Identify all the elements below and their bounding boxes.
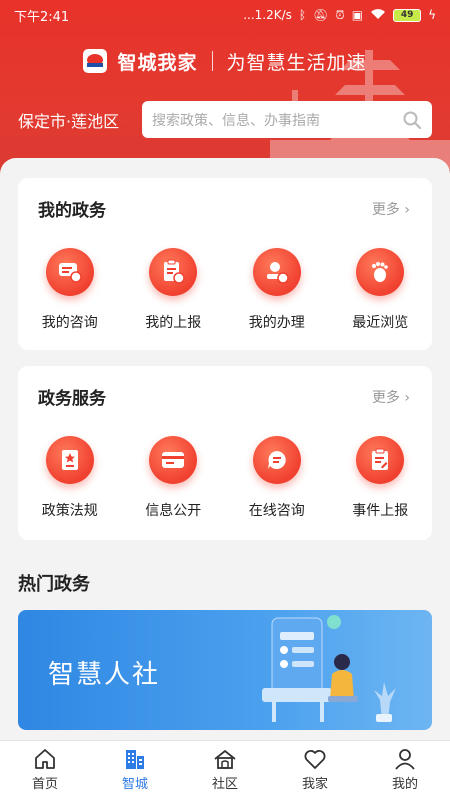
tab-my-home[interactable]: 我家 [270,741,360,800]
person-icon [395,749,415,770]
battery-icon: 49 [393,8,422,22]
community-icon [214,749,236,769]
mute-bell-icon: 🔕︎ [313,8,329,22]
grid-item-my-consult[interactable]: 我的咨询 [18,248,122,332]
wifi-icon [370,8,386,23]
my-affairs-grid: 我的咨询 我的上报 我的办理 最近浏览 [18,248,432,332]
search-input[interactable]: 搜索政策、信息、办事指南 [152,110,320,130]
grid-item-my-report[interactable]: 我的上报 [122,248,226,332]
handle-icon [252,248,301,296]
chevron-right-icon: › [404,390,410,406]
consult-icon [45,248,94,296]
home-icon [35,749,55,769]
chat-icon [252,436,301,484]
search-box[interactable]: 搜索政策、信息、办事指南 [142,101,432,138]
location-selector[interactable]: 保定市·莲池区 [18,108,119,132]
app-name: 智城我家 [117,51,198,74]
gov-services-more-link[interactable]: 更多 › [372,387,410,407]
hot-affairs-title: 热门政务 [18,574,90,595]
tab-home[interactable]: 首页 [0,741,90,800]
grid-label: 我的上报 [145,315,202,331]
status-icons: ...1.2K/s ᛒ 🔕︎ ⏰︎ ▣ 49 ϟ [243,8,436,23]
gov-services-card: 政务服务 更多 › 政策法规 信息公开 在线咨询 事件上报 [18,366,432,540]
bottom-tab-bar: 首页 智城 社区 我家 我的 [0,740,450,800]
grid-item-recent-browse[interactable]: 最近浏览 [329,248,433,332]
heart-icon [304,750,326,769]
more-label: 更多 [371,390,400,406]
grid-item-policy[interactable]: 政策法规 [18,436,122,520]
gov-services-grid: 政策法规 信息公开 在线咨询 事件上报 [18,436,432,520]
gov-services-title: 政务服务 [38,389,106,409]
grid-item-info-public[interactable]: 信息公开 [122,436,226,520]
chevron-right-icon: › [404,202,410,218]
banner-title: 智慧人社 [48,660,161,690]
more-label: 更多 [371,202,400,218]
policy-icon [45,436,94,484]
main-content: 我的政务 更多 › 我的咨询 我的上报 我的办理 最近浏览 政务服务 更多 › … [0,158,450,740]
search-icon[interactable] [402,110,422,130]
tab-label: 智城 [121,777,148,792]
status-time: 下午2:41 [14,9,70,25]
network-speed: ...1.2K/s [243,8,292,22]
footprint-icon [356,248,405,296]
my-affairs-more-link[interactable]: 更多 › [372,199,410,219]
grid-item-event-report[interactable]: 事件上报 [329,436,433,520]
report-icon [149,248,198,296]
grid-item-my-handle[interactable]: 我的办理 [225,248,329,332]
info-card-icon [149,436,198,484]
charging-icon: ϟ [428,8,436,22]
grid-label: 我的办理 [248,315,305,331]
city-icon [126,750,144,769]
tab-label: 社区 [211,777,238,792]
tab-label: 我家 [301,777,328,792]
tab-label: 首页 [31,777,58,792]
grid-label: 信息公开 [145,503,202,519]
grid-label: 事件上报 [352,503,409,519]
brand-bar: 智城我家 为智慧生活加速 [0,46,450,76]
tab-mine[interactable]: 我的 [360,741,450,800]
grid-item-online-consult[interactable]: 在线咨询 [225,436,329,520]
grid-label: 我的咨询 [41,315,98,331]
grid-label: 在线咨询 [248,503,305,519]
tab-smart-city[interactable]: 智城 [90,741,180,800]
office-illustration [262,615,396,722]
sim-icon: ▣ [351,8,364,22]
app-slogan: 为智慧生活加速 [226,51,367,74]
grid-label: 政策法规 [41,503,98,519]
alarm-icon: ⏰︎ [335,7,345,22]
grid-label: 最近浏览 [352,315,409,331]
app-logo-icon [83,49,108,73]
brand-divider [211,51,213,71]
my-affairs-title: 我的政务 [38,201,106,221]
status-bar: 下午2:41 ...1.2K/s ᛒ 🔕︎ ⏰︎ ▣ 49 ϟ [0,0,450,30]
bluetooth-icon: ᛒ [298,8,307,22]
tab-label: 我的 [391,777,418,792]
clipboard-edit-icon [356,436,405,484]
smart-hr-banner[interactable]: 智慧人社 [18,610,432,730]
tab-community[interactable]: 社区 [180,741,270,800]
my-affairs-card: 我的政务 更多 › 我的咨询 我的上报 我的办理 最近浏览 [18,178,432,350]
